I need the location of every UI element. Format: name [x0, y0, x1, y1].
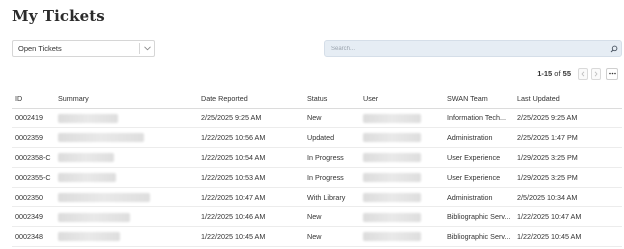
cell-status: In Progress [304, 167, 360, 188]
column-header-user[interactable]: User [360, 89, 444, 109]
cell-id: 0002348 [12, 226, 55, 248]
cell-status: In Progress [304, 147, 360, 168]
cell-id: 0002350 [12, 187, 55, 208]
cell-user [360, 206, 444, 228]
redacted-summary [58, 113, 118, 123]
cell-date-reported: 1/22/2025 10:56 AM [198, 127, 304, 149]
redacted-summary [58, 192, 150, 202]
tickets-page: My Tickets Open Tickets 1-15 of 55 [0, 0, 624, 249]
pagination-total: 55 [562, 69, 571, 78]
table-row[interactable]: 0002349 1/22/2025 10:46 AM New Bibliogra… [12, 206, 622, 228]
cell-summary [55, 147, 198, 168]
cell-summary [55, 187, 198, 208]
redacted-user [363, 153, 421, 163]
table-row[interactable]: 0002359 1/22/2025 10:56 AM Updated Admin… [12, 127, 622, 149]
cell-last-updated: 2/5/2025 10:34 AM [514, 187, 622, 208]
cell-summary [55, 206, 198, 228]
ticket-filter-select[interactable]: Open Tickets [12, 40, 155, 57]
table-header-row: ID Summary Date Reported Status User SWA… [12, 89, 622, 109]
cell-date-reported: 2/25/2025 9:25 AM [198, 108, 304, 129]
cell-user [360, 108, 444, 129]
cell-team: Administration [444, 127, 514, 149]
cell-id: 0002419 [12, 108, 55, 129]
cell-date-reported: 1/22/2025 10:54 AM [198, 147, 304, 168]
chevron-right-icon [594, 71, 598, 76]
table-row[interactable]: 0002355-C 1/22/2025 10:53 AM In Progress… [12, 167, 622, 188]
cell-last-updated: 1/22/2025 10:45 AM [514, 226, 622, 248]
redacted-user [363, 192, 421, 202]
redacted-summary [58, 212, 130, 222]
table-row[interactable]: 0002348 1/22/2025 10:45 AM New Bibliogra… [12, 226, 622, 248]
pagination-of: of [554, 69, 561, 78]
column-header-id[interactable]: ID [12, 89, 55, 109]
cell-date-reported: 1/22/2025 10:45 AM [198, 226, 304, 248]
cell-status: New [304, 108, 360, 129]
next-page-button[interactable] [591, 67, 601, 80]
cell-status: With Library [304, 187, 360, 208]
cell-last-updated: 2/25/2025 1:47 PM [514, 127, 622, 149]
page-title: My Tickets [12, 7, 105, 25]
column-header-date-reported[interactable]: Date Reported [198, 89, 304, 109]
cell-last-updated: 1/29/2025 3:25 PM [514, 147, 622, 168]
tickets-table: ID Summary Date Reported Status User SWA… [12, 89, 622, 248]
cell-team: Bibliographic Serv... [444, 206, 514, 228]
table-row[interactable]: 0002350 1/22/2025 10:47 AM With Library … [12, 187, 622, 208]
cell-team: Information Tech... [444, 108, 514, 129]
redacted-user [363, 113, 421, 123]
cell-date-reported: 1/22/2025 10:46 AM [198, 206, 304, 228]
cell-team: Bibliographic Serv... [444, 226, 514, 248]
cell-date-reported: 1/22/2025 10:47 AM [198, 187, 304, 208]
search-icon[interactable] [607, 41, 621, 56]
cell-id: 0002349 [12, 206, 55, 228]
cell-summary [55, 127, 198, 149]
cell-status: New [304, 206, 360, 228]
cell-user [360, 226, 444, 248]
column-header-summary[interactable]: Summary [55, 89, 198, 109]
pagination: 1-15 of 55 [537, 67, 618, 80]
redacted-user [363, 232, 421, 242]
cell-id: 0002359 [12, 127, 55, 149]
redacted-summary [58, 173, 116, 183]
column-header-last-updated[interactable]: Last Updated [514, 89, 622, 109]
cell-team: User Experience [444, 167, 514, 188]
previous-page-button[interactable] [578, 67, 588, 80]
cell-team: User Experience [444, 147, 514, 168]
cell-id: 0002355-C [12, 167, 55, 188]
cell-summary [55, 167, 198, 188]
cell-date-reported: 1/22/2025 10:53 AM [198, 167, 304, 188]
chevron-down-icon[interactable] [140, 41, 154, 56]
cell-summary [55, 108, 198, 129]
cell-last-updated: 2/25/2025 9:25 AM [514, 108, 622, 129]
cell-summary [55, 226, 198, 248]
redacted-summary [58, 133, 144, 143]
cell-team: Administration [444, 187, 514, 208]
search-bar [324, 40, 622, 57]
cell-user [360, 127, 444, 149]
cell-user [360, 147, 444, 168]
redacted-summary [58, 153, 114, 163]
redacted-user [363, 173, 421, 183]
pagination-status: 1-15 of 55 [537, 69, 571, 78]
table-row[interactable]: 0002419 2/25/2025 9:25 AM New Informatio… [12, 108, 622, 129]
more-options-button[interactable] [606, 67, 618, 80]
cell-status: Updated [304, 127, 360, 149]
redacted-user [363, 133, 421, 143]
chevron-left-icon [581, 71, 585, 76]
pagination-range: 1-15 [537, 69, 553, 78]
ticket-filter-value: Open Tickets [18, 44, 62, 53]
redacted-user [363, 212, 421, 222]
cell-id: 0002358-C [12, 147, 55, 168]
cell-last-updated: 1/22/2025 10:47 AM [514, 206, 622, 228]
table-row[interactable]: 0002358-C 1/22/2025 10:54 AM In Progress… [12, 147, 622, 168]
column-header-swan-team[interactable]: SWAN Team [444, 89, 514, 109]
cell-last-updated: 1/29/2025 3:25 PM [514, 167, 622, 188]
cell-status: New [304, 226, 360, 248]
ellipsis-icon [608, 72, 616, 75]
cell-user [360, 187, 444, 208]
cell-user [360, 167, 444, 188]
redacted-summary [58, 232, 120, 242]
search-input[interactable] [325, 41, 607, 56]
column-header-status[interactable]: Status [304, 89, 360, 109]
